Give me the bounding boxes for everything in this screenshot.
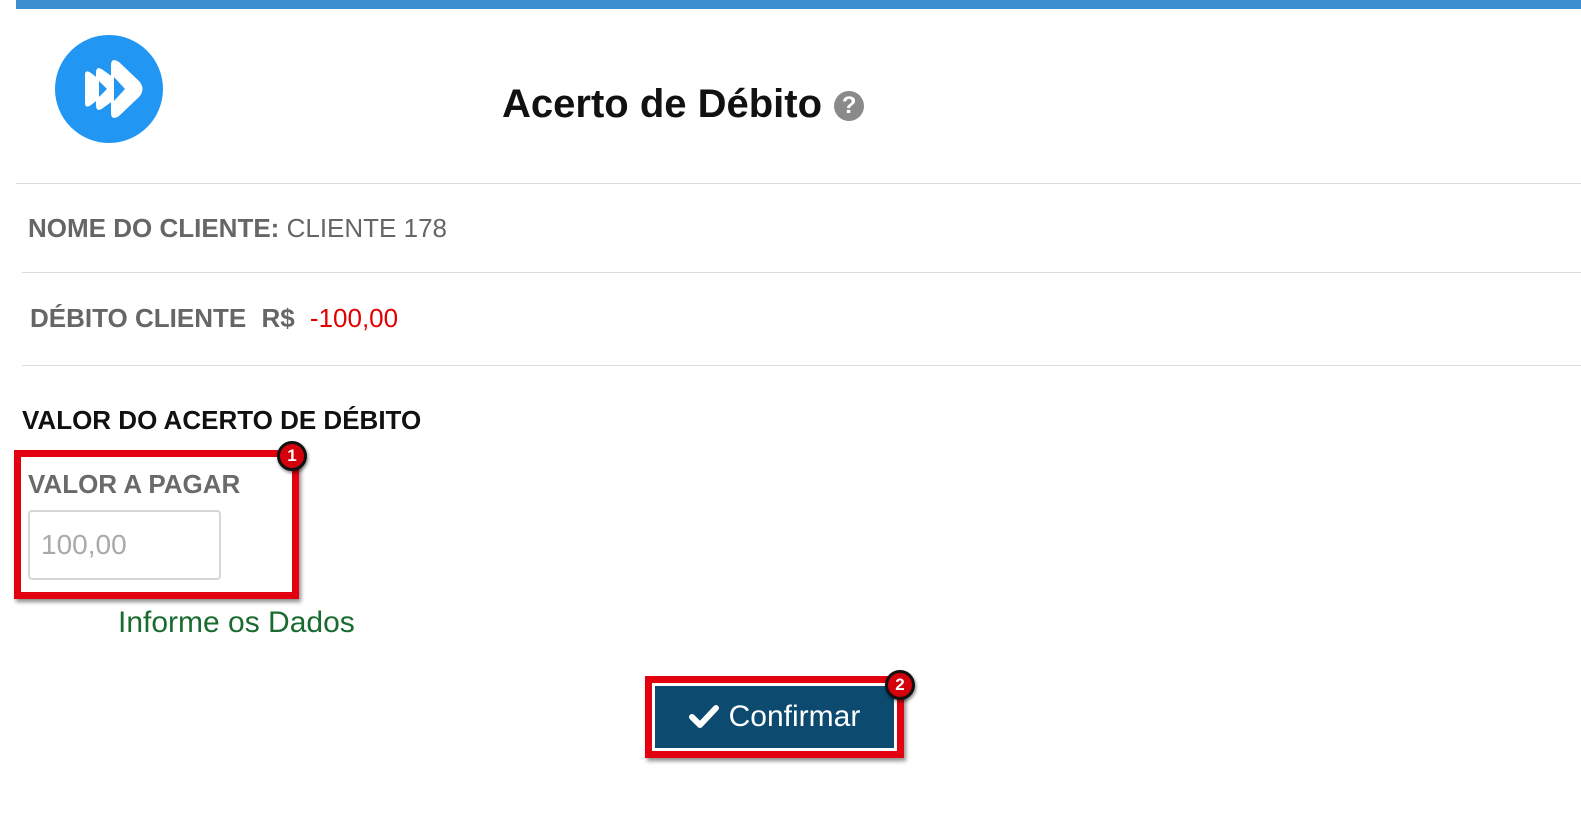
hint-text: Informe os Dados — [118, 606, 355, 639]
client-debit-label: DÉBITO CLIENTE — [30, 303, 247, 333]
page-title: Acerto de Débito ? — [502, 80, 865, 128]
divider — [22, 272, 1581, 273]
currency-symbol: R$ — [261, 303, 295, 333]
app-logo — [55, 35, 163, 143]
client-debit-row: DÉBITO CLIENTE R$ -100,00 — [30, 303, 398, 334]
annotation-badge-2: 2 — [885, 670, 915, 700]
client-name-row: NOME DO CLIENTE: CLIENTE 178 — [28, 213, 447, 244]
fast-forward-icon — [85, 60, 143, 118]
top-accent-bar — [16, 0, 1581, 9]
annotation-box-2 — [645, 676, 904, 758]
client-debit-value: -100,00 — [309, 303, 399, 333]
help-icon[interactable]: ? — [834, 91, 865, 121]
client-name-label: NOME DO CLIENTE: — [28, 213, 280, 243]
section-title: VALOR DO ACERTO DE DÉBITO — [22, 405, 422, 435]
divider — [16, 183, 1581, 184]
divider — [22, 365, 1581, 366]
page-title-text: Acerto de Débito — [502, 81, 823, 126]
annotation-box-1 — [14, 450, 299, 599]
client-name-value: CLIENTE 178 — [286, 213, 447, 243]
annotation-badge-1: 1 — [277, 441, 307, 471]
